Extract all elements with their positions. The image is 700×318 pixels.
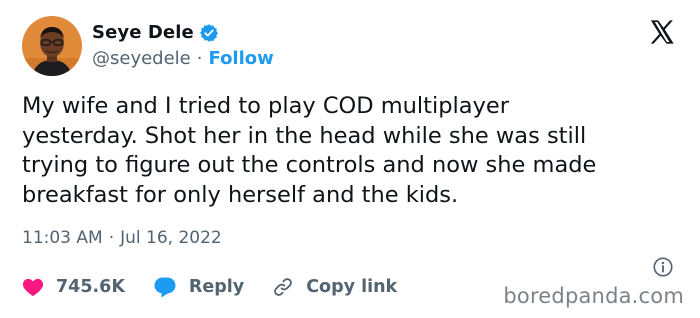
tweet-text: My wife and I tried to play COD multipla… <box>22 93 597 208</box>
verified-badge-icon <box>199 23 219 43</box>
watermark: boredpanda.com <box>503 284 684 308</box>
author-name-row: Seye Dele <box>92 22 219 43</box>
like-button[interactable]: 745.6K <box>22 277 125 297</box>
author-handle[interactable]: @seyedele <box>92 48 191 69</box>
x-logo-icon[interactable] <box>648 18 676 46</box>
reply-label: Reply <box>188 277 245 297</box>
avatar[interactable] <box>22 16 82 76</box>
tweet-date[interactable]: Jul 16, 2022 <box>120 228 222 248</box>
author-handle-row: @seyedele · Follow <box>92 48 274 69</box>
tweet-card: Seye Dele @seyedele · Follow My wife and… <box>0 0 700 318</box>
reply-bubble-icon <box>154 277 176 298</box>
link-icon <box>274 278 293 296</box>
tweet-timestamp[interactable]: 11:03 AM · Jul 16, 2022 <box>22 228 222 248</box>
reply-button[interactable]: Reply <box>153 276 244 298</box>
author-display-name[interactable]: Seye Dele <box>92 22 194 43</box>
tweet-actions: 745.6K Reply Copy link <box>22 276 425 298</box>
info-icon[interactable] <box>652 256 674 278</box>
tweet-time[interactable]: 11:03 AM <box>22 228 103 248</box>
copy-link-button[interactable]: Copy link <box>272 276 397 298</box>
follow-button[interactable]: Follow <box>209 48 274 69</box>
like-count: 745.6K <box>56 277 125 297</box>
copy-link-label: Copy link <box>306 277 398 297</box>
timestamp-separator: · <box>108 228 115 248</box>
heart-icon <box>22 278 44 297</box>
handle-separator: · <box>196 48 203 69</box>
